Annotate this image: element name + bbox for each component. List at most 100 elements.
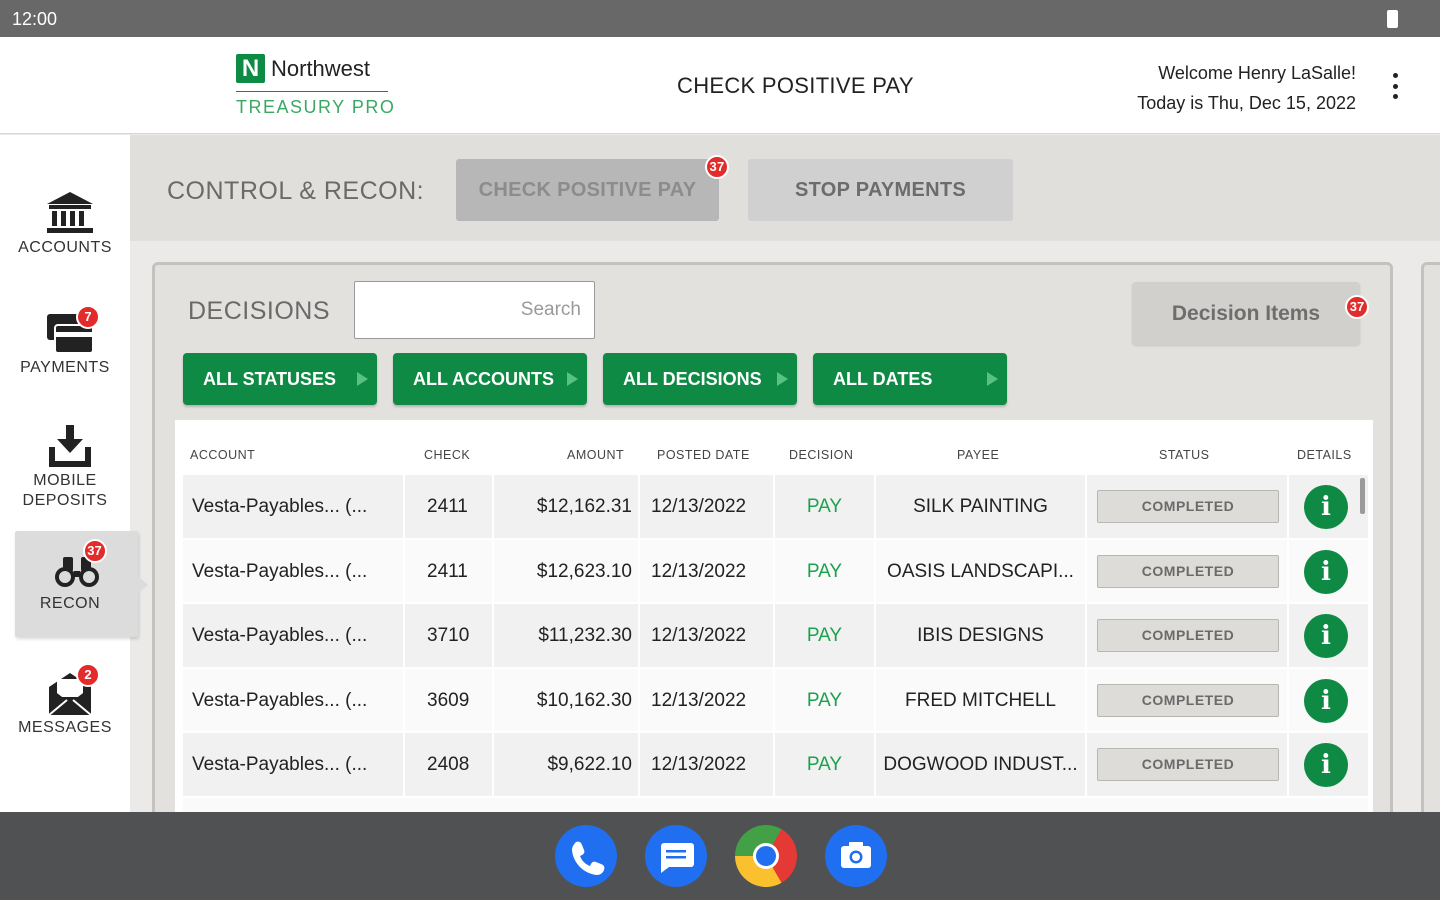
table-row[interactable]: Vesta-Payables... (... 3609 $10,162.30 1… xyxy=(183,668,1368,733)
cards-icon: 7 xyxy=(43,305,100,357)
decision-cell: PAY xyxy=(775,668,876,733)
decision-items-button[interactable]: Decision Items 37 xyxy=(1132,282,1369,345)
sidebar-label: MESSAGES xyxy=(18,719,112,736)
play-arrow-icon xyxy=(357,372,368,386)
details-cell: i xyxy=(1289,604,1368,668)
table-header: ACCOUNT CHECK AMOUNT POSTED DATE DECISIO… xyxy=(175,420,1373,475)
filter-label: ALL DECISIONS xyxy=(623,369,762,389)
status-badge: COMPLETED xyxy=(1097,748,1279,781)
table-row[interactable]: Vesta-Payables... (... 2411 $12,162.31 1… xyxy=(183,475,1368,540)
sidebar-label: MOBILE DEPOSITS xyxy=(22,472,108,509)
sidebar-label: ACCOUNTS xyxy=(18,239,112,256)
today-date: Today is Thu, Dec 15, 2022 xyxy=(1137,93,1356,113)
decision-items-label: Decision Items xyxy=(1171,302,1321,325)
info-icon[interactable]: i xyxy=(1304,614,1348,658)
dot xyxy=(1392,94,1398,99)
tab-stop-payments[interactable]: STOP PAYMENTS xyxy=(748,159,1013,221)
table-row[interactable]: Vesta-Payables... (... 2411 $12,623.10 1… xyxy=(183,539,1368,604)
column-header-check[interactable]: CHECK xyxy=(424,448,470,462)
status-badge: COMPLETED xyxy=(1097,619,1279,652)
logo-divider xyxy=(236,91,388,92)
payee-cell: FRED MITCHELL xyxy=(876,668,1087,733)
amount-cell: $12,162.31 xyxy=(494,475,640,539)
info-icon[interactable]: i xyxy=(1304,549,1348,594)
account-cell: Vesta-Payables... (... xyxy=(183,733,405,797)
decisions-panel: DECISIONS Decision Items 37 ALL STATUSES… xyxy=(152,262,1393,822)
column-header-status[interactable]: STATUS xyxy=(1159,448,1209,462)
posted-date-cell: 12/13/2022 xyxy=(640,604,775,668)
status-badge: COMPLETED xyxy=(1097,490,1279,523)
chrome-icon[interactable] xyxy=(735,825,797,887)
logo-subtitle: TREASURY PRO xyxy=(236,97,396,117)
status-cell: COMPLETED xyxy=(1087,668,1289,733)
control-recon-label: CONTROL & RECON: xyxy=(167,177,425,205)
table-row[interactable]: Vesta-Payables... (... 2408 $9,622.10 12… xyxy=(183,733,1368,798)
table-row[interactable]: Vesta-Payables... (... 3710 $11,232.30 1… xyxy=(183,604,1368,669)
check-cell: 3710 xyxy=(405,604,494,668)
recon-badge: 37 xyxy=(82,539,107,563)
system-status-bar: 12:00 xyxy=(0,0,1440,37)
account-cell: Vesta-Payables... (... xyxy=(183,668,405,733)
check-cell: 2411 xyxy=(405,475,494,539)
dot xyxy=(1392,73,1398,78)
check-positive-pay-badge: 37 xyxy=(705,155,729,179)
info-icon[interactable]: i xyxy=(1304,743,1348,787)
amount-cell: $9,622.10 xyxy=(494,733,640,797)
filter-all-statuses[interactable]: ALL STATUSES xyxy=(183,353,377,405)
tab-check-positive-pay[interactable]: CHECK POSITIVE PAY 37 xyxy=(456,155,729,221)
play-arrow-icon xyxy=(777,372,788,386)
column-header-posted-date[interactable]: POSTED DATE xyxy=(657,448,750,462)
tab-label: STOP PAYMENTS xyxy=(795,179,966,201)
welcome-user: Welcome Henry LaSalle! xyxy=(1158,63,1356,83)
sidebar-item-recon[interactable]: 37 RECON xyxy=(15,531,138,637)
sidebar-item-mobile-deposits[interactable]: MOBILE DEPOSITS xyxy=(0,423,140,511)
decision-cell: PAY xyxy=(775,539,876,604)
secondary-panel-edge xyxy=(1421,262,1440,822)
posted-date-cell: 12/13/2022 xyxy=(640,475,775,539)
filter-all-dates[interactable]: ALL DATES xyxy=(813,353,1007,405)
filter-all-decisions[interactable]: ALL DECISIONS xyxy=(603,353,797,405)
logo-brand: Northwest xyxy=(271,56,371,81)
column-header-decision[interactable]: DECISION xyxy=(789,448,853,462)
details-cell: i xyxy=(1289,540,1368,604)
column-header-payee[interactable]: PAYEE xyxy=(957,448,999,462)
binoculars-icon: 37 xyxy=(50,539,107,593)
details-cell: i xyxy=(1289,733,1368,797)
amount-cell: $10,162.30 xyxy=(494,668,640,733)
phone-icon[interactable] xyxy=(555,825,617,887)
status-cell: COMPLETED xyxy=(1087,604,1289,668)
status-cell: COMPLETED xyxy=(1087,475,1289,539)
check-cell: 3609 xyxy=(405,668,494,733)
filter-label: ALL STATUSES xyxy=(203,369,337,389)
table-scrollbar[interactable] xyxy=(1360,478,1365,514)
clock: 12:00 xyxy=(12,9,58,29)
info-icon[interactable]: i xyxy=(1304,678,1348,723)
sidebar-item-accounts[interactable]: ACCOUNTS xyxy=(0,189,140,258)
posted-date-cell: 12/13/2022 xyxy=(640,539,775,604)
column-header-amount[interactable]: AMOUNT xyxy=(567,448,624,462)
control-recon-bar: CONTROL & RECON: CHECK POSITIVE PAY 37 S… xyxy=(130,135,1440,241)
filter-all-accounts[interactable]: ALL ACCOUNTS xyxy=(393,353,587,405)
deposit-download-icon xyxy=(43,423,97,471)
sidebar-label: PAYMENTS xyxy=(20,359,110,376)
filter-label: ALL DATES xyxy=(833,369,933,389)
table-body: Vesta-Payables... (... 2411 $12,162.31 1… xyxy=(183,475,1368,819)
decisions-table: ACCOUNT CHECK AMOUNT POSTED DATE DECISIO… xyxy=(175,420,1373,819)
info-icon[interactable]: i xyxy=(1304,485,1348,529)
decision-cell: PAY xyxy=(775,475,876,539)
battery-icon xyxy=(1387,10,1398,28)
column-header-details: DETAILS xyxy=(1297,448,1352,462)
messages-icon[interactable] xyxy=(645,825,707,887)
decision-cell: PAY xyxy=(775,733,876,797)
check-cell: 2411 xyxy=(405,539,494,604)
search-input[interactable] xyxy=(354,281,595,339)
sidebar-item-payments[interactable]: 7 PAYMENTS xyxy=(0,305,140,378)
account-cell: Vesta-Payables... (... xyxy=(183,475,405,539)
column-header-account[interactable]: ACCOUNT xyxy=(190,448,255,462)
camera-icon[interactable] xyxy=(825,825,887,887)
more-vert-icon[interactable] xyxy=(1388,73,1402,99)
sidebar-item-messages[interactable]: 2 MESSAGES xyxy=(0,663,140,738)
decision-cell: PAY xyxy=(775,604,876,668)
account-cell: Vesta-Payables... (... xyxy=(183,539,405,604)
messages-badge: 2 xyxy=(76,663,100,687)
